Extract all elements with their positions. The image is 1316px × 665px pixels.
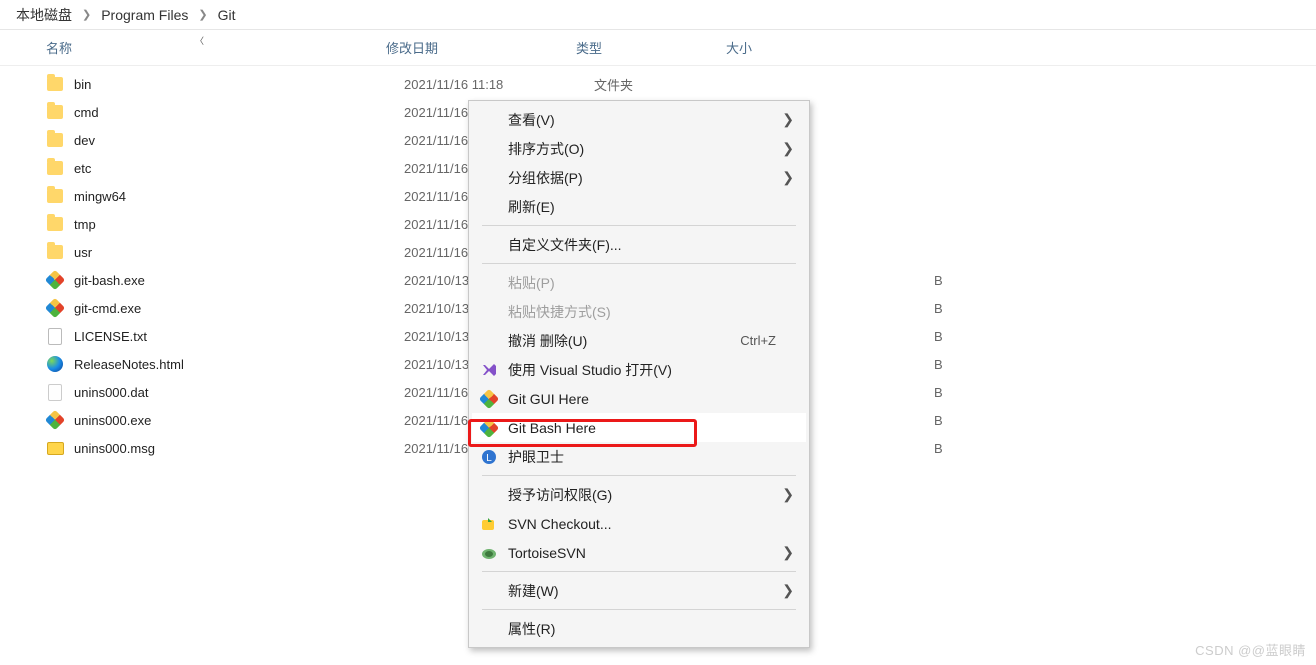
txt-icon xyxy=(46,327,64,345)
col-type[interactable]: 类型 xyxy=(576,38,726,57)
menu-git-bash[interactable]: Git Bash Here xyxy=(472,413,806,442)
folder-icon xyxy=(46,243,64,261)
folder-icon xyxy=(46,75,64,93)
menu-grant-access[interactable]: 授予访问权限(G)❯ xyxy=(472,480,806,509)
folder-icon xyxy=(46,103,64,121)
breadcrumb[interactable]: 本地磁盘 ❯ Program Files ❯ Git xyxy=(0,0,1316,30)
folder-icon xyxy=(46,159,64,177)
menu-separator xyxy=(482,263,796,264)
svg-text:L: L xyxy=(486,453,492,464)
menu-refresh[interactable]: 刷新(E) xyxy=(472,192,806,221)
git-icon xyxy=(46,271,64,289)
msg-icon xyxy=(46,439,64,457)
menu-new[interactable]: 新建(W)❯ xyxy=(472,576,806,605)
chevron-right-icon: ❯ xyxy=(198,8,207,21)
git-icon xyxy=(480,390,498,408)
chevron-right-icon: ❯ xyxy=(782,140,794,157)
file-size-partial: B xyxy=(934,329,946,344)
svn-checkout-icon xyxy=(480,515,498,533)
breadcrumb-seg[interactable]: Git xyxy=(218,7,236,23)
file-name: tmp xyxy=(74,217,364,232)
file-name: etc xyxy=(74,161,364,176)
file-row[interactable]: bin 2021/11/16 11:18文件夹 xyxy=(0,70,1316,98)
file-name: unins000.msg xyxy=(74,441,364,456)
breadcrumb-seg[interactable]: Program Files xyxy=(101,7,188,23)
menu-properties[interactable]: 属性(R) xyxy=(472,614,806,643)
folder-icon xyxy=(46,187,64,205)
folder-icon xyxy=(46,215,64,233)
menu-separator xyxy=(482,571,796,572)
file-name: cmd xyxy=(74,105,364,120)
shield-icon: L xyxy=(480,448,498,466)
menu-group[interactable]: 分组依据(P)❯ xyxy=(472,163,806,192)
file-size-partial: B xyxy=(934,413,946,428)
file-name: git-bash.exe xyxy=(74,273,364,288)
chevron-right-icon: ❯ xyxy=(782,544,794,561)
chevron-right-icon: ❯ xyxy=(82,8,91,21)
context-menu: 查看(V)❯ 排序方式(O)❯ 分组依据(P)❯ 刷新(E) 自定义文件夹(F)… xyxy=(468,100,810,648)
file-name: usr xyxy=(74,245,364,260)
file-name: mingw64 xyxy=(74,189,364,204)
menu-git-gui[interactable]: Git GUI Here xyxy=(472,384,806,413)
file-name: unins000.dat xyxy=(74,385,364,400)
col-date[interactable]: 修改日期 xyxy=(386,38,576,57)
column-headers: 〈 名称 修改日期 类型 大小 xyxy=(0,30,1316,66)
menu-paste: 粘贴(P) xyxy=(472,268,806,297)
git-icon xyxy=(46,299,64,317)
file-size-partial: B xyxy=(934,301,946,316)
sort-indicator-icon: 〈 xyxy=(195,34,204,47)
menu-separator xyxy=(482,225,796,226)
file-size-partial: B xyxy=(934,357,946,372)
file-name: LICENSE.txt xyxy=(74,329,364,344)
file-name: dev xyxy=(74,133,364,148)
file-size-partial: B xyxy=(934,441,946,456)
folder-icon xyxy=(46,131,64,149)
menu-separator xyxy=(482,609,796,610)
breadcrumb-seg[interactable]: 本地磁盘 xyxy=(16,5,72,25)
watermark: CSDN @@蓝眼睛 xyxy=(1195,640,1306,659)
col-size[interactable]: 大小 xyxy=(726,38,826,57)
file-type: 文件夹 xyxy=(594,75,744,94)
menu-huyan[interactable]: L护眼卫士 xyxy=(472,442,806,471)
menu-vs-open[interactable]: 使用 Visual Studio 打开(V) xyxy=(472,355,806,384)
file-size-partial: B xyxy=(934,273,946,288)
edge-icon xyxy=(46,355,64,373)
tortoise-icon xyxy=(480,544,498,562)
file-size-partial: B xyxy=(934,385,946,400)
menu-tortoise-svn[interactable]: TortoiseSVN❯ xyxy=(472,538,806,567)
chevron-right-icon: ❯ xyxy=(782,111,794,128)
shortcut-label: Ctrl+Z xyxy=(740,333,776,348)
chevron-right-icon: ❯ xyxy=(782,582,794,599)
menu-sort[interactable]: 排序方式(O)❯ xyxy=(472,134,806,163)
menu-svn-checkout[interactable]: SVN Checkout... xyxy=(472,509,806,538)
menu-undo[interactable]: 撤消 删除(U)Ctrl+Z xyxy=(472,326,806,355)
menu-view[interactable]: 查看(V)❯ xyxy=(472,105,806,134)
menu-customize[interactable]: 自定义文件夹(F)... xyxy=(472,230,806,259)
chevron-right-icon: ❯ xyxy=(782,169,794,186)
file-date: 2021/11/16 11:18 xyxy=(404,77,594,92)
file-name: bin xyxy=(74,77,364,92)
git-icon xyxy=(480,419,498,437)
menu-paste-shortcut: 粘贴快捷方式(S) xyxy=(472,297,806,326)
menu-separator xyxy=(482,475,796,476)
file-name: unins000.exe xyxy=(74,413,364,428)
file-name: ReleaseNotes.html xyxy=(74,357,364,372)
chevron-right-icon: ❯ xyxy=(782,486,794,503)
dat-icon xyxy=(46,383,64,401)
visual-studio-icon xyxy=(480,361,498,379)
git-icon xyxy=(46,411,64,429)
file-name: git-cmd.exe xyxy=(74,301,364,316)
